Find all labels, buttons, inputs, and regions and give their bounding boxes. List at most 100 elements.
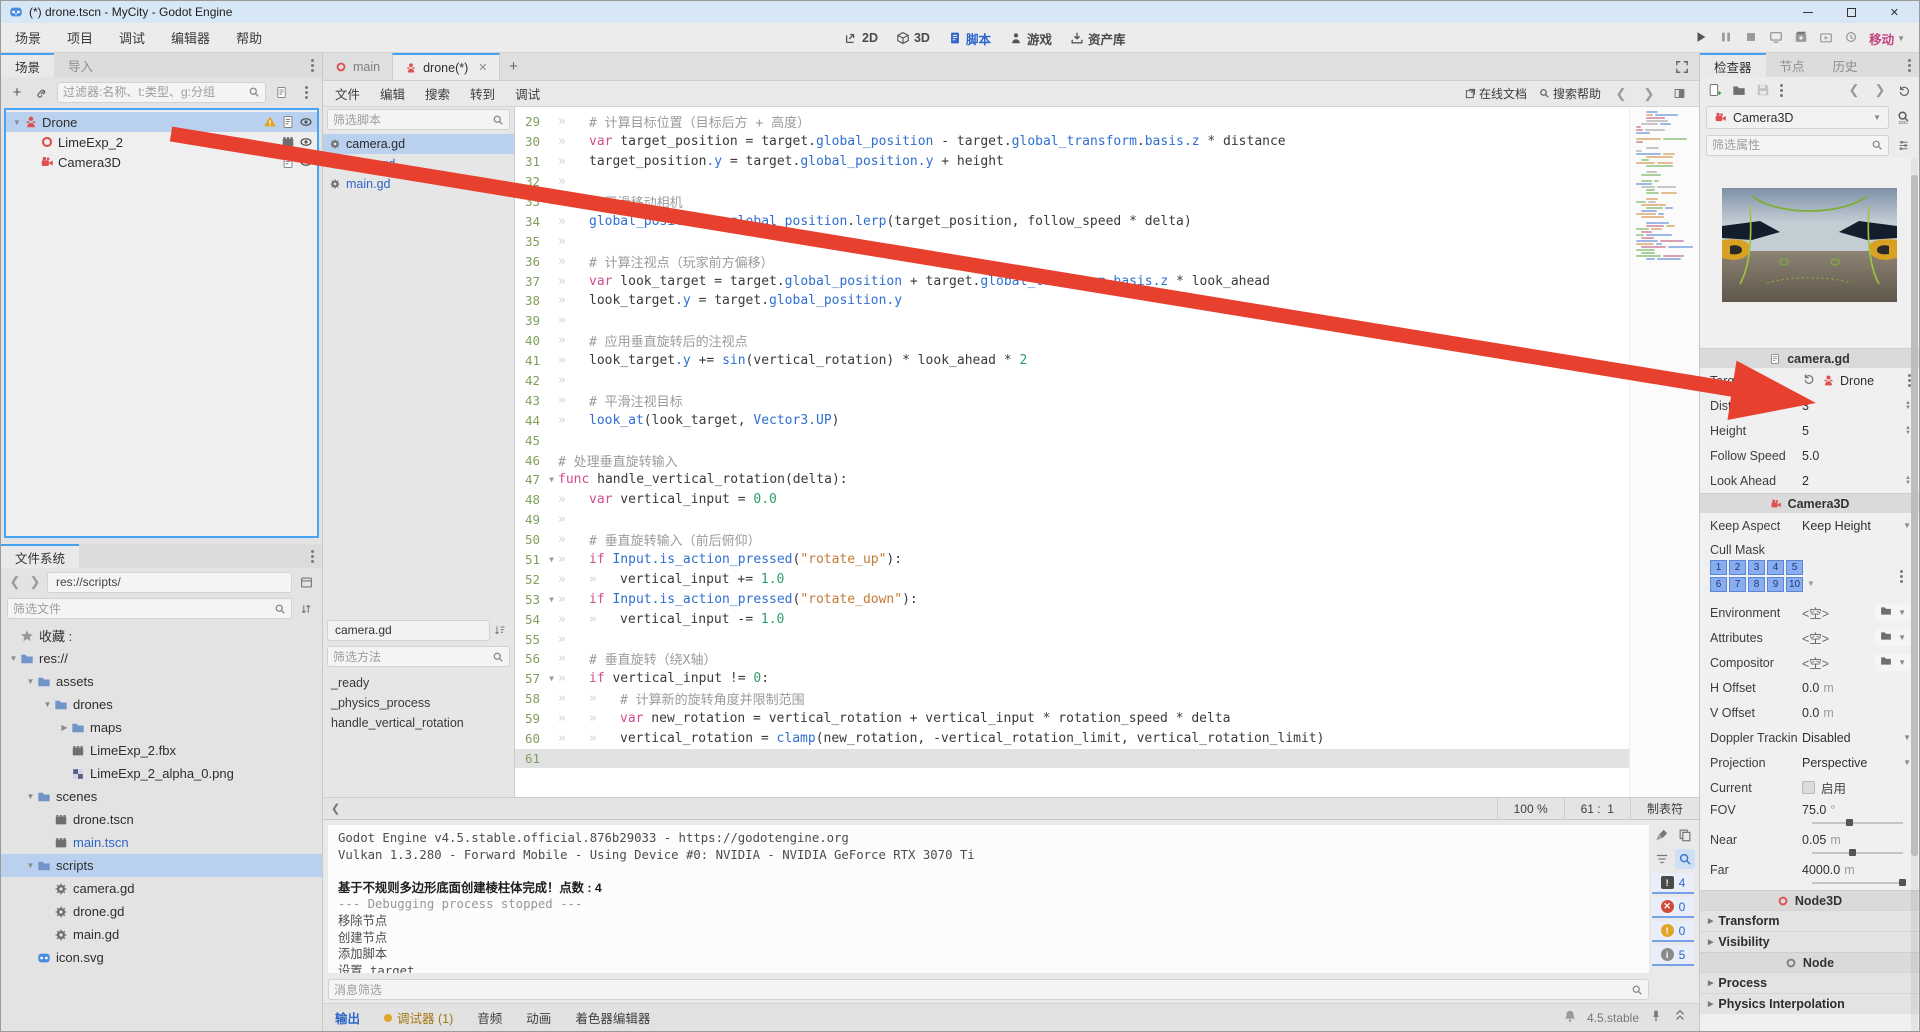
code-line-38[interactable]: 38» look_target.y = target.global_positio… [515,291,1699,311]
doc-search-button[interactable]: DOC [1893,108,1913,128]
minimize-button[interactable] [1802,11,1813,13]
method-sort-button[interactable] [490,620,510,640]
fs-item-LimeExp_2_alpha_0.png[interactable]: LimeExp_2_alpha_0.png [1,762,322,785]
revert-icon[interactable] [1802,372,1816,389]
method-item-_ready[interactable]: _ready [323,673,514,693]
code-line-47[interactable]: 47 ▼ func handle_vertical_rotation(delta): [515,470,1699,490]
hscroll-left-arrow[interactable]: ❮ [323,802,348,815]
bottom-tab-[interactable]: 输出 [335,1008,360,1027]
fs-item-drone.tscn[interactable]: drone.tscn [1,808,322,831]
load-resource-icon[interactable] [1880,605,1892,620]
fs-item-scripts[interactable]: ▼ scripts [1,854,322,877]
code-line-56[interactable]: 56» # 垂直旋转（绕X轴） [515,649,1699,669]
code-line-37[interactable]: 37» var look_target = target.global_posit… [515,271,1699,291]
tab-scene[interactable]: 场景 [1,53,55,77]
load-resource-icon[interactable] [1880,655,1892,670]
cull-mask-layer-7[interactable]: 7 [1729,577,1746,592]
property-near-slider[interactable] [1812,849,1903,856]
property-compositor[interactable]: Compositor <空> ▼ [1700,650,1919,675]
chevron-down-icon[interactable]: ▼ [1898,633,1906,642]
bottom-tab-1[interactable]: 调试器 (1) [384,1008,453,1027]
property-projection[interactable]: Projection Perspective ▼ [1700,750,1919,775]
chevron-down-icon[interactable]: ▼ [1898,658,1906,667]
script-item-drone.gd[interactable]: drone.gd [323,154,514,174]
scene-filter-input[interactable] [63,85,244,99]
property-keep-aspect[interactable]: Keep Aspect Keep Height ▼ [1700,513,1919,538]
property-target[interactable]: Target Drone [1700,368,1919,393]
indent-type[interactable]: 制表符 [1629,798,1699,819]
workspace-游戏[interactable]: 游戏 [1009,29,1052,48]
cull-mask-layer-3[interactable]: 3 [1748,560,1765,575]
resource-options-icon[interactable] [1780,88,1783,92]
history-back-button[interactable]: ❮ [1613,86,1629,102]
cull-mask-layer-2[interactable]: 2 [1729,560,1746,575]
property-current[interactable]: Current 启用 [1700,775,1919,800]
fs-item-maps[interactable]: ▶ maps [1,716,322,739]
code-line-49[interactable]: 49» [515,510,1699,530]
expand-panel-icon[interactable] [1673,1009,1687,1026]
zoom-indicator[interactable]: 100 % [1496,798,1564,819]
code-line-31[interactable]: 31» target_position.y = target.global_pos… [515,152,1699,172]
cull-mask-layer-10[interactable]: 10 [1786,577,1803,592]
chevron-down-icon[interactable]: ▼ [1898,608,1906,617]
script-tab-drone[interactable]: drone(*) ✕ [392,53,501,80]
clear-log-button[interactable] [1652,825,1672,845]
fs-item-scenes[interactable]: ▼ scenes [1,785,322,808]
inspector-forward-button[interactable]: ❯ [1872,82,1888,98]
editor-menu-1[interactable]: 编辑 [380,84,405,103]
fs-item-drones[interactable]: ▼ drones [1,693,322,716]
workspace-2D[interactable]: 2D [844,31,878,45]
fs-split-mode-button[interactable] [296,572,316,592]
code-line-39[interactable]: 39» [515,311,1699,331]
new-script-tab-button[interactable]: + [500,53,526,80]
property-follow-speed[interactable]: Follow Speed 5.0 [1700,443,1919,468]
property-fov[interactable]: FOV 75.0 ° [1700,800,1919,830]
code-line-57[interactable]: 57 ▼» if vertical_input != 0: [515,669,1699,689]
scene-dock-menu[interactable] [303,53,322,77]
inspector-back-button[interactable]: ❮ [1846,82,1862,98]
fs-forward-button[interactable]: ❯ [27,574,43,590]
menu-0[interactable]: 场景 [15,28,41,47]
log-filter-info[interactable]: i5 [1652,945,1694,966]
property-distance[interactable]: Distance 3 ▲ ▼ [1700,393,1919,418]
fs-item-drone.gd[interactable]: drone.gd [1,900,322,923]
script-item-main.gd[interactable]: main.gd [323,174,514,194]
tab-history[interactable]: 历史 [1819,53,1872,77]
code-line-43[interactable]: 43» # 平滑注视目标 [515,390,1699,410]
property-environment[interactable]: Environment <空> ▼ [1700,600,1919,625]
code-line-33[interactable]: 33» # 平滑移动相机 [515,192,1699,212]
code-line-34[interactable]: 34» global_position = global_position.ler… [515,211,1699,231]
close-button[interactable]: ✕ [1890,6,1899,19]
log-filter-warn[interactable]: ! 0 [1652,921,1694,942]
code-line-35[interactable]: 35» [515,231,1699,251]
fs-item-main.tscn[interactable]: main.tscn [1,831,322,854]
group-Process[interactable]: ▶ Process [1700,972,1919,993]
code-line-29[interactable]: 29» # 计算目标位置（目标后方 + 高度） [515,112,1699,132]
fs-item-assets[interactable]: ▼ assets [1,670,322,693]
search-log-button[interactable] [1675,849,1695,869]
fs-item-main.gd[interactable]: main.gd [1,923,322,946]
cull-mask-layer-1[interactable]: 1 [1710,560,1727,575]
fs-path[interactable]: res://scripts/ [47,571,292,593]
cull-mask-expand-icon[interactable]: ▼ [1807,579,1815,588]
script-item-camera.gd[interactable]: camera.gd [323,134,514,154]
cull-mask-layer-6[interactable]: 6 [1710,577,1727,592]
stop-button[interactable] [1744,30,1758,47]
workspace-脚本[interactable]: 脚本 [948,29,991,48]
editor-menu-2[interactable]: 搜索 [425,84,450,103]
property-fov-slider[interactable] [1812,819,1903,826]
cull-mask-layer-8[interactable]: 8 [1748,577,1765,592]
cull-mask-layer-5[interactable]: 5 [1786,560,1803,575]
property-far[interactable]: Far 4000.0 m [1700,860,1919,890]
add-node-button[interactable]: + [7,82,27,102]
pause-button[interactable] [1719,30,1733,47]
code-line-41[interactable]: 41» look_target.y += sin(vertical_rotatio… [515,351,1699,371]
group-PhysicsInterpolation[interactable]: ▶ Physics Interpolation [1700,993,1919,1014]
collapse-log-button[interactable] [1652,849,1672,869]
property-v-offset[interactable]: V Offset 0.0 m [1700,700,1919,725]
code-line-50[interactable]: 50» # 垂直旋转输入（前后俯仰） [515,530,1699,550]
tab-node[interactable]: 节点 [1766,53,1819,77]
bottom-tab-[interactable]: 音频 [477,1008,502,1027]
code-line-59[interactable]: 59»» var new_rotation = vertical_rotation… [515,709,1699,729]
movie2-button[interactable] [1819,30,1833,47]
